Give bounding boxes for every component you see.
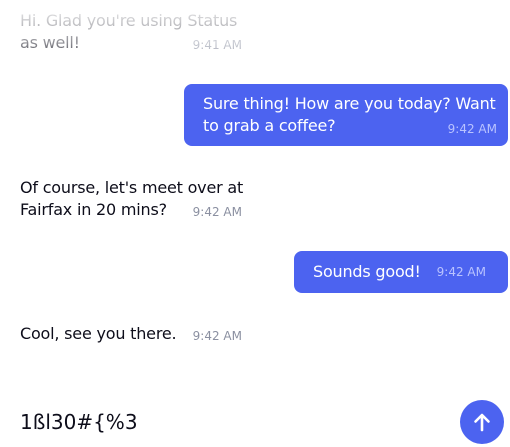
message-input[interactable]: 1ßl30#{%3 xyxy=(20,409,138,435)
message-text: Sounds good! xyxy=(313,262,421,281)
arrow-up-icon xyxy=(474,413,490,432)
message-timestamp: 9:42 AM xyxy=(192,205,242,219)
send-button[interactable] xyxy=(460,400,504,444)
message-timestamp: 9:42 AM xyxy=(192,329,242,343)
message-timestamp: 9:42 AM xyxy=(436,265,486,279)
message-timestamp: 9:41 AM xyxy=(192,38,242,52)
message-incoming[interactable]: Hi. Glad you're using Status as well! 9:… xyxy=(20,10,250,54)
message-timestamp: 9:42 AM xyxy=(447,122,497,136)
message-incoming[interactable]: Of course, let's meet over at Fairfax in… xyxy=(20,177,250,221)
message-outgoing[interactable]: Sure thing! How are you today? Want to g… xyxy=(184,84,508,146)
message-outgoing[interactable]: Sounds good! 9:42 AM xyxy=(294,251,508,293)
message-text: Cool, see you there. xyxy=(20,324,177,343)
chat-view: Hi. Glad you're using Status as well! 9:… xyxy=(0,0,510,447)
message-incoming[interactable]: Cool, see you there. 9:42 AM xyxy=(20,323,250,345)
